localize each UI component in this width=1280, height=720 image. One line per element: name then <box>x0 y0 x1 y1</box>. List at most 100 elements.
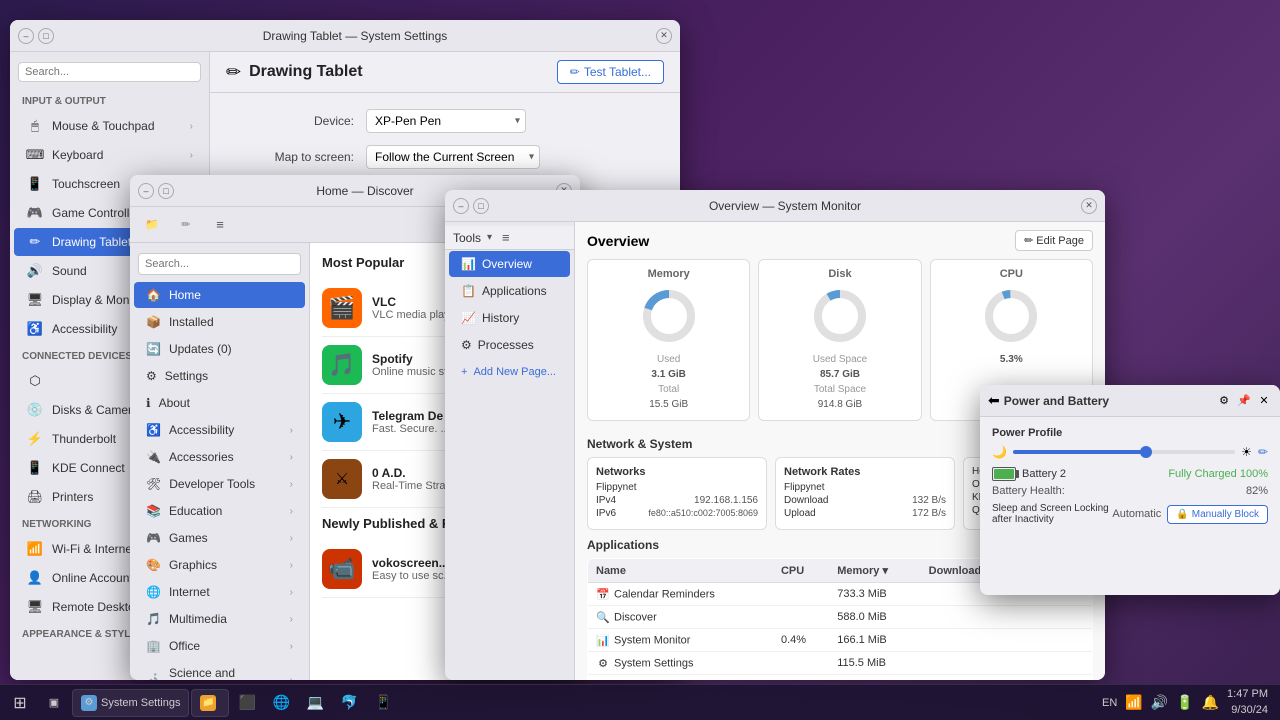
discover-nav-education[interactable]: 📚 Education › <box>134 498 305 524</box>
taskbar-dolphin-btn[interactable]: 🐬 <box>333 689 365 717</box>
test-tablet-button[interactable]: ✏ Test Tablet... <box>557 60 664 84</box>
discover-nav-accessories[interactable]: 🔌 Accessories › <box>134 444 305 470</box>
discover-nav-graphics[interactable]: 🎨 Graphics › <box>134 552 305 578</box>
system-settings-titlebar: – □ Drawing Tablet — System Settings ✕ <box>10 20 680 52</box>
arrow-icon-office: › <box>290 641 293 652</box>
manually-block-button[interactable]: 🔒 Manually Block <box>1167 505 1268 524</box>
section-header-input-output: Input & Output <box>10 92 209 111</box>
vlc-icon: 🎬 <box>322 288 362 328</box>
disk-title: Disk <box>767 268 912 280</box>
sysmon-nav-processes[interactable]: ⚙ Processes <box>449 332 570 358</box>
discover-nav-office[interactable]: 🏢 Office › <box>134 633 305 659</box>
power-titlebar: ⬅ Power and Battery ⚙ 📌 ✕ <box>980 385 1280 417</box>
keyboard-layout-indicator: EN <box>1102 697 1117 709</box>
cpu-donut <box>981 286 1041 346</box>
taskbar-extra-btn[interactable]: 📱 <box>367 689 399 717</box>
map-screen-control: Follow the Current Screen <box>366 145 540 169</box>
power-settings-btn[interactable]: ⚙ <box>1216 393 1232 409</box>
power-battery-panel: ⬅ Power and Battery ⚙ 📌 ✕ Power Profile … <box>980 385 1280 595</box>
network-indicator[interactable]: 📶 <box>1125 694 1142 711</box>
telegram-icon: ✈ <box>322 402 362 442</box>
arrow-icon-games: › <box>290 533 293 544</box>
spotify-icon: 🎵 <box>322 345 362 385</box>
discover-nav-multimedia[interactable]: 🎵 Multimedia › <box>134 606 305 632</box>
discover-nav-developer[interactable]: 🛠 Developer Tools › <box>134 471 305 497</box>
discover-nav-games[interactable]: 🎮 Games › <box>134 525 305 551</box>
sysmon-maximize-btn[interactable]: □ <box>473 198 489 214</box>
taskbar-app-files[interactable]: 📁 <box>191 689 229 717</box>
device-select[interactable]: XP-Pen Pen <box>366 109 526 133</box>
graphics-icon: 🎨 <box>146 558 161 572</box>
discover-nav-internet[interactable]: 🌐 Internet › <box>134 579 305 605</box>
power-edit-icon[interactable]: ✏ <box>1258 445 1268 459</box>
keyboard-icon: ⌨ <box>26 146 44 164</box>
sysmon-minimize-btn[interactable]: – <box>453 198 469 214</box>
settings-search-input[interactable] <box>18 62 201 82</box>
extra-icon: 📱 <box>375 694 392 711</box>
kickoff-icon: ⊞ <box>13 693 26 713</box>
taskbar-clock[interactable]: 1:47 PM 9/30/24 <box>1227 687 1268 718</box>
volume-indicator[interactable]: 🔊 <box>1151 694 1168 711</box>
taskbar-browser-btn[interactable]: 🌐 <box>265 689 297 717</box>
power-titlebar-controls: ⚙ 📌 ✕ <box>1216 393 1272 409</box>
sysmon-titlebar: – □ Overview — System Monitor ✕ <box>445 190 1105 222</box>
upload-row: Upload 172 B/s <box>784 508 946 519</box>
sysmon-title: Overview — System Monitor <box>489 199 1081 213</box>
arrow-icon-multimedia: › <box>290 614 293 625</box>
battery-info: Battery 2 <box>992 467 1066 481</box>
map-screen-select[interactable]: Follow the Current Screen <box>366 145 540 169</box>
sysmon-win-controls-right: ✕ <box>1081 198 1097 214</box>
discover-nav-installed[interactable]: 📦 Installed <box>134 309 305 335</box>
table-row[interactable]: 🔍Discover 588.0 MiB <box>588 606 1093 629</box>
arrow-icon-science: › <box>290 675 293 681</box>
arrow-icon-graphics: › <box>290 560 293 571</box>
moon-icon: 🌙 <box>992 445 1007 459</box>
table-row[interactable]: 📊System Monitor 0.4% 166.1 MiB <box>588 629 1093 652</box>
disk-card: Disk Used Space 85.7 GiB Total Space 914… <box>758 259 921 421</box>
sysmon-close-btn[interactable]: ✕ <box>1081 198 1097 214</box>
accessibility-icon: ♿ <box>26 320 44 338</box>
sysmon-nav-history[interactable]: 📈 History <box>449 305 570 331</box>
toolbar-menu-btn[interactable]: ≡ <box>206 213 234 237</box>
taskbar-right: EN 📶 🔊 🔋 🔔 1:47 PM 9/30/24 <box>1102 687 1276 718</box>
maximize-button[interactable]: □ <box>38 28 54 44</box>
discover-nav-home[interactable]: 🏠 Home <box>134 282 305 308</box>
discover-nav-updates[interactable]: 🔄 Updates (0) <box>134 336 305 362</box>
sysmon-nav-applications[interactable]: 📋 Applications <box>449 278 570 304</box>
table-row[interactable]: 📱KDE Connect 36.1 MiB 68.0 B/s 68.0 B/s <box>588 675 1093 681</box>
sound-icon: 🔊 <box>26 262 44 280</box>
notifications-indicator[interactable]: 🔔 <box>1202 694 1219 711</box>
battery-indicator[interactable]: 🔋 <box>1176 694 1193 711</box>
discover-nav-about[interactable]: ℹ About <box>134 390 305 416</box>
table-row[interactable]: ⚙System Settings 115.5 MiB <box>588 652 1093 675</box>
sidebar-item-keyboard[interactable]: ⌨ Keyboard › <box>14 141 205 169</box>
arrow-icon: › <box>290 425 293 436</box>
taskbar-kickoff-btn[interactable]: ⊞ <box>4 689 36 717</box>
power-profile-slider[interactable] <box>1013 450 1235 454</box>
map-screen-row: Map to screen: Follow the Current Screen <box>226 145 664 169</box>
taskbar-terminal2-btn[interactable]: 💻 <box>299 689 331 717</box>
edit-page-button[interactable]: ✏ Edit Page <box>1015 230 1093 251</box>
discover-search-input[interactable] <box>138 253 301 275</box>
settings-icon: ✏ <box>226 62 241 83</box>
taskbar-terminal-btn[interactable]: ⬛ <box>231 689 263 717</box>
discover-nav-settings[interactable]: ⚙ Settings <box>134 363 305 389</box>
discover-nav-accessibility[interactable]: ♿ Accessibility › <box>134 417 305 443</box>
sun-icon: ☀ <box>1241 445 1252 459</box>
power-pin-btn[interactable]: 📌 <box>1236 393 1252 409</box>
taskbar-app-settings[interactable]: ⚙ System Settings <box>72 689 189 717</box>
discover-nav-science[interactable]: 🔬 Science and Engineering › <box>134 660 305 680</box>
col-cpu: CPU <box>773 559 829 583</box>
close-button[interactable]: ✕ <box>656 28 672 44</box>
drawing-tablet-icon: ✏ <box>26 233 44 251</box>
discover-minimize-btn[interactable]: – <box>138 183 154 199</box>
sysmon-nav-overview[interactable]: 📊 Overview <box>449 251 570 277</box>
sidebar-item-mouse[interactable]: 🖱 Mouse & Touchpad › <box>14 112 205 140</box>
power-close-btn[interactable]: ✕ <box>1256 393 1272 409</box>
discover-maximize-btn[interactable]: □ <box>158 183 174 199</box>
minimize-button[interactable]: – <box>18 28 34 44</box>
sysmon-toolbar: Tools ▾ ≡ <box>445 226 574 250</box>
taskbar-pager-btn[interactable]: ▣ <box>38 689 70 717</box>
printers-icon: 🖨 <box>26 488 44 506</box>
sysmon-add-page-btn[interactable]: + Add New Page... <box>449 360 570 384</box>
